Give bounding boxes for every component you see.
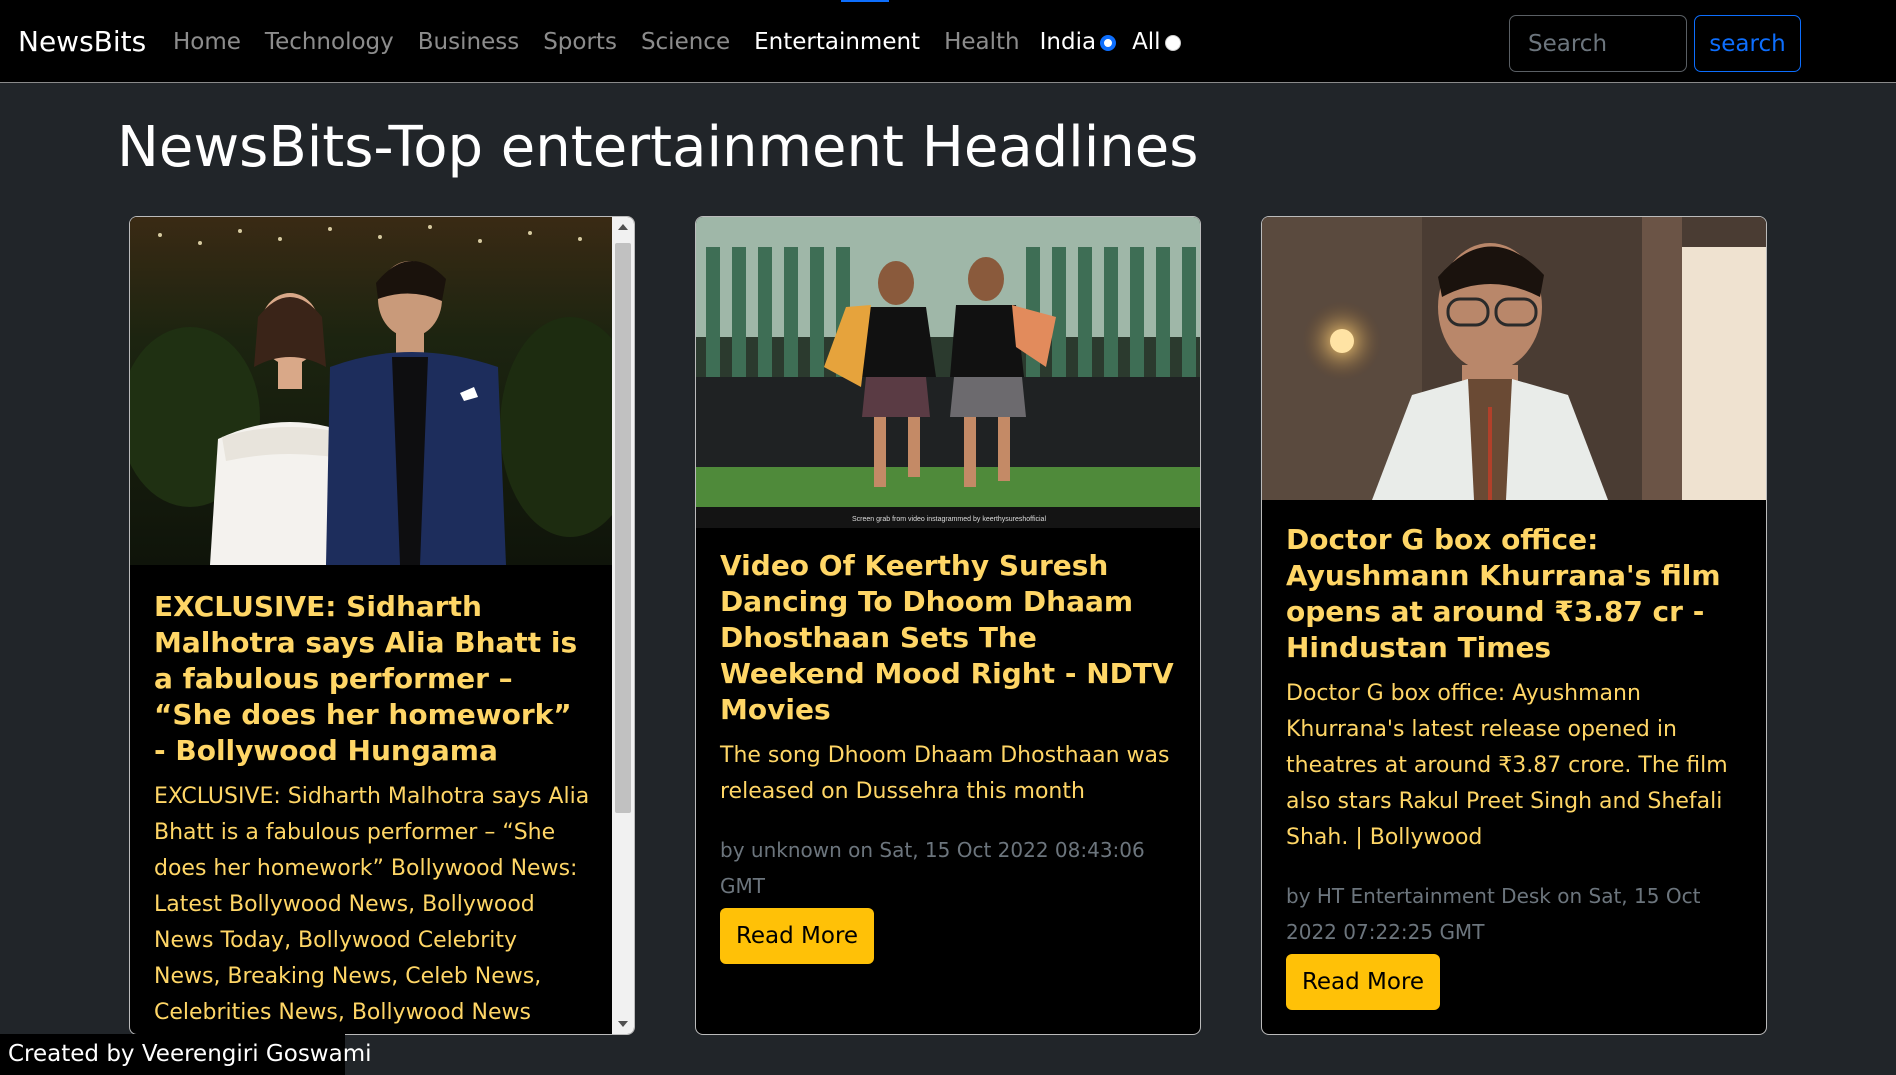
nav-link-business[interactable]: Business [418, 24, 519, 60]
radio-all[interactable] [1164, 35, 1181, 51]
article-title-3: Doctor G box office: Ayushmann Khurrana'… [1286, 523, 1721, 664]
article-image-1[interactable] [130, 217, 614, 565]
article-meta-3: by HT Entertainment Desk on Sat, 15 Oct … [1286, 884, 1701, 944]
article-title-2: Video Of Keerthy Suresh Dancing To Dhoom… [720, 549, 1174, 726]
article-image-3[interactable] [1262, 217, 1766, 500]
nav-link-entertainment[interactable]: Entertainment [754, 24, 920, 60]
article-body-3: Doctor G box office: Ayushmann Khurrana'… [1262, 500, 1766, 1010]
image-caption: Screen grab from video instagrammed by k… [852, 516, 1046, 523]
article-body-2: Video Of Keerthy Suresh Dancing To Dhoom… [696, 528, 1200, 964]
nav-link-health[interactable]: Health [944, 24, 1020, 60]
article-card-1: EXCLUSIVE: Sidharth Malhotra says Alia B… [129, 216, 635, 1035]
article-description-1: EXCLUSIVE: Sidharth Malhotra says Alia B… [154, 784, 590, 1025]
navbar: NewsBits Home Technology Business Sports… [0, 0, 1896, 83]
article-card-2: Screen grab from video instagrammed by k… [695, 216, 1201, 1035]
nav-link-home[interactable]: Home [173, 24, 241, 60]
radio-label-all[interactable]: All [1132, 24, 1161, 60]
nav-link-science[interactable]: Science [641, 24, 730, 60]
read-more-button-2[interactable]: Read More [720, 908, 874, 964]
footer-credit: Created by Veerengiri Goswami [0, 1034, 372, 1075]
page-title: NewsBits-Top entertainment Headlines [117, 115, 1199, 180]
nav-link-technology[interactable]: Technology [265, 24, 394, 60]
article-image-2[interactable]: Screen grab from video instagrammed by k… [696, 217, 1200, 528]
article-photo-2: Screen grab from video instagrammed by k… [696, 217, 1200, 528]
article-title-1: EXCLUSIVE: Sidharth Malhotra says Alia B… [154, 590, 578, 767]
article-meta-2: by unknown on Sat, 15 Oct 2022 08:43:06 … [720, 838, 1145, 898]
search-input[interactable] [1509, 15, 1687, 72]
read-more-button-3[interactable]: Read More [1286, 954, 1440, 1010]
article-photo-3 [1262, 217, 1766, 500]
article-description-2: The song Dhoom Dhaam Dhosthaan was relea… [720, 743, 1170, 804]
radio-india[interactable] [1100, 35, 1117, 51]
region-radio-group: India All [1040, 24, 1197, 60]
scroll-up-arrow-icon[interactable] [612, 217, 634, 237]
nav-links: Home Technology Business Sports Science … [173, 24, 1197, 60]
article-card-3: Doctor G box office: Ayushmann Khurrana'… [1261, 216, 1767, 1035]
scroll-thumb[interactable] [615, 243, 631, 813]
search-button[interactable]: search [1694, 15, 1801, 72]
article-description-3: Doctor G box office: Ayushmann Khurrana'… [1286, 681, 1728, 850]
scroll-down-arrow-icon[interactable] [612, 1014, 634, 1034]
card-scrollbar[interactable] [612, 217, 634, 1034]
nav-link-sports[interactable]: Sports [543, 24, 617, 60]
article-photo-1 [130, 217, 614, 565]
article-body-1: EXCLUSIVE: Sidharth Malhotra says Alia B… [130, 565, 614, 1034]
brand-link[interactable]: NewsBits [18, 24, 146, 60]
radio-label-india[interactable]: India [1040, 24, 1096, 60]
nav-active-indicator [841, 0, 889, 2]
